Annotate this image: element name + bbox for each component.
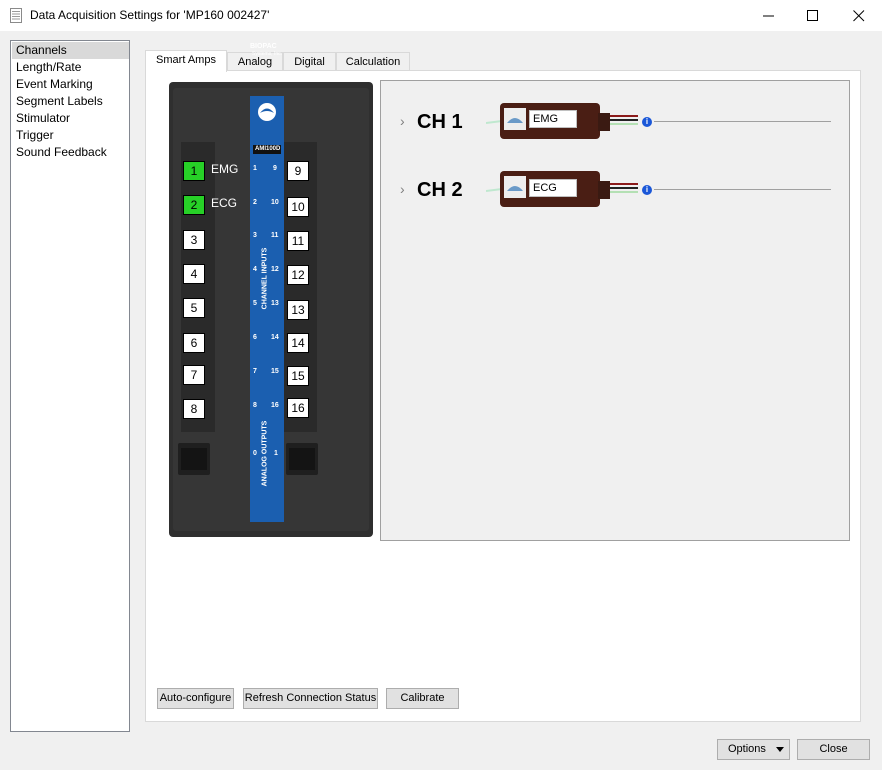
- port-2-name: ECG: [211, 196, 238, 210]
- ch1-amp-label: EMG: [529, 110, 577, 128]
- port-1[interactable]: 1: [183, 161, 205, 181]
- ch2-expand-chevron-icon[interactable]: ›: [400, 181, 405, 197]
- analog-outputs-label: ANALOG OUTPUTS: [261, 420, 269, 487]
- strip-num: 3: [253, 232, 257, 239]
- options-label: Options: [728, 743, 766, 755]
- sidebar-item-stimulator[interactable]: Stimulator: [12, 110, 129, 127]
- sidebar-item-segment-labels[interactable]: Segment Labels: [12, 93, 129, 110]
- strip-num: 1: [253, 165, 257, 172]
- port-16[interactable]: 16: [287, 398, 309, 418]
- port-1-name: EMG: [211, 162, 239, 176]
- auto-configure-button[interactable]: Auto-configure: [157, 688, 234, 709]
- strip-num: 12: [271, 266, 279, 273]
- close-window-button[interactable]: [836, 0, 882, 31]
- strip-num: 1: [274, 450, 278, 457]
- tab-calculation[interactable]: Calculation: [336, 52, 410, 72]
- port-9[interactable]: 9: [287, 161, 309, 181]
- sidebar-item-sound-feedback[interactable]: Sound Feedback: [12, 144, 129, 161]
- strip-num: 15: [271, 368, 279, 375]
- strip-num: 11: [271, 232, 279, 239]
- port-8[interactable]: 8: [183, 399, 205, 419]
- device-brand-sub: Systems, Inc.: [252, 51, 283, 57]
- ch2-info-icon[interactable]: i: [642, 185, 652, 195]
- close-icon: [853, 10, 865, 22]
- sidebar-item-channels[interactable]: Channels: [12, 42, 129, 59]
- refresh-connection-status-button[interactable]: Refresh Connection Status: [243, 688, 378, 709]
- ch2-amp-label: ECG: [529, 179, 577, 197]
- channel-list-panel: [380, 80, 850, 541]
- port-6[interactable]: 6: [183, 333, 205, 353]
- ch1-divider: [654, 121, 831, 122]
- channel-inputs-label: CHANNEL INPUTS: [261, 247, 269, 310]
- title-bar: Data Acquisition Settings for 'MP160 002…: [0, 0, 882, 31]
- close-button[interactable]: Close: [797, 739, 870, 760]
- strip-num: 14: [271, 334, 279, 341]
- ch2-label: CH 2: [417, 179, 463, 201]
- strip-num: 10: [271, 199, 279, 206]
- strip-num: 16: [271, 402, 279, 409]
- tab-digital[interactable]: Digital: [283, 52, 336, 72]
- strip-num: 5: [253, 300, 257, 307]
- strip-num: 6: [253, 334, 257, 341]
- port-14[interactable]: 14: [287, 333, 309, 353]
- strip-num: 4: [253, 266, 257, 273]
- strip-num: 8: [253, 402, 257, 409]
- port-15[interactable]: 15: [287, 366, 309, 386]
- app-document-icon: [10, 8, 22, 23]
- ch2-divider: [654, 189, 831, 190]
- port-7[interactable]: 7: [183, 365, 205, 385]
- strip-num: 7: [253, 368, 257, 375]
- minimize-button[interactable]: [746, 0, 792, 31]
- device-model: AMI100D: [255, 146, 281, 152]
- strip-num: 2: [253, 199, 257, 206]
- port-4[interactable]: 4: [183, 264, 205, 284]
- biopac-logo-icon: [258, 103, 276, 121]
- strip-num: 9: [273, 165, 277, 172]
- strip-num: 0: [253, 450, 257, 457]
- port-11[interactable]: 11: [287, 231, 309, 251]
- ch1-info-icon[interactable]: i: [642, 117, 652, 127]
- sidebar-item-length-rate[interactable]: Length/Rate: [12, 59, 129, 76]
- port-2[interactable]: 2: [183, 195, 205, 215]
- maximize-button[interactable]: [790, 0, 836, 31]
- port-10[interactable]: 10: [287, 197, 309, 217]
- maximize-icon: [807, 10, 818, 21]
- sidebar-item-trigger[interactable]: Trigger: [12, 127, 129, 144]
- device-brand: BIOPAC: [250, 43, 277, 50]
- tab-smart-amps[interactable]: Smart Amps: [145, 50, 227, 72]
- ch1-label: CH 1: [417, 111, 463, 133]
- port-13[interactable]: 13: [287, 300, 309, 320]
- window-title: Data Acquisition Settings for 'MP160 002…: [30, 8, 270, 22]
- port-3[interactable]: 3: [183, 230, 205, 250]
- settings-category-list[interactable]: Channels Length/Rate Event Marking Segme…: [10, 40, 130, 732]
- sidebar-item-event-marking[interactable]: Event Marking: [12, 76, 129, 93]
- strip-num: 13: [271, 300, 279, 307]
- minimize-icon: [763, 15, 774, 17]
- calibrate-button[interactable]: Calibrate: [386, 688, 459, 709]
- options-dropdown-button[interactable]: Options: [717, 739, 790, 760]
- ch1-expand-chevron-icon[interactable]: ›: [400, 113, 405, 129]
- port-5[interactable]: 5: [183, 298, 205, 318]
- dropdown-arrow-icon: [776, 747, 784, 752]
- port-12[interactable]: 12: [287, 265, 309, 285]
